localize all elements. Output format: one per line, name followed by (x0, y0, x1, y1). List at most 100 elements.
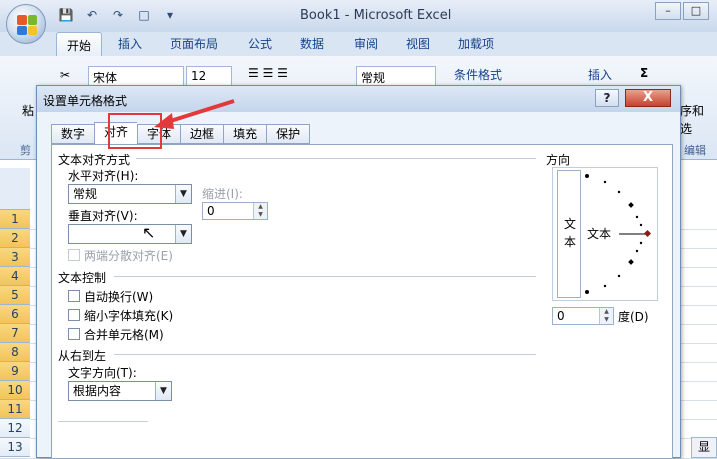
help-icon[interactable]: ? (595, 89, 619, 107)
merge-cells-checkbox[interactable] (68, 328, 80, 340)
degree-spinner[interactable]: 0 ▲ ▼ (552, 307, 614, 325)
window-controls: – □ (655, 2, 709, 20)
watermark-url: jingyan.baidu.com (566, 420, 659, 431)
row-header[interactable]: 11 (0, 400, 30, 419)
row-header[interactable]: 8 (0, 343, 30, 362)
maximize-icon[interactable]: □ (683, 2, 709, 20)
spin-up-icon[interactable]: ▲ (253, 203, 267, 211)
degree-value: 0 (557, 309, 565, 323)
row-header[interactable]: 6 (0, 305, 30, 324)
ribbon-tab-formulas[interactable]: 公式 (248, 35, 272, 52)
annotation-arrow-icon (154, 99, 235, 129)
text-direction-select[interactable]: 根据内容 ▼ (68, 381, 172, 401)
font-name-select[interactable]: 宋体 (88, 66, 184, 86)
indent-spinner[interactable]: 0 ▲ ▼ (202, 202, 268, 220)
section-divider (136, 158, 536, 159)
customize-toolbar-icon[interactable]: ▾ (162, 8, 178, 22)
row-header[interactable]: 13 (0, 438, 30, 457)
horizontal-align-label: 水平对齐(H): (68, 169, 139, 183)
vertical-align-label: 垂直对齐(V): (68, 209, 138, 223)
section-divider (58, 421, 148, 422)
close-button[interactable]: X (625, 89, 671, 107)
ribbon-tab-insert[interactable]: 插入 (118, 35, 142, 52)
row-header[interactable]: 12 (0, 419, 30, 438)
vertical-align-select[interactable]: ▼ (68, 224, 192, 244)
clipboard-group-label: 剪 (20, 144, 31, 157)
vertical-text-button[interactable]: 文 本 (557, 170, 581, 298)
chevron-down-icon[interactable]: ▼ (175, 225, 191, 243)
shrink-to-fit-checkbox[interactable] (68, 309, 80, 321)
section-divider (114, 276, 536, 277)
vertical-text-char: 文 (563, 217, 576, 231)
office-button[interactable] (6, 4, 46, 44)
orientation-dial[interactable]: 文本 (583, 170, 655, 298)
number-format-select[interactable]: 常规 (356, 66, 436, 86)
watermark-logo: Bai 经验 (560, 394, 643, 418)
justify-distributed-label: 两端分散对齐(E) (84, 249, 173, 263)
edit-group-label: 编辑 (684, 144, 706, 157)
dialog-title: 设置单元格格式 (43, 94, 128, 108)
redo-icon[interactable]: ↷ (110, 8, 126, 22)
text-control-section-title: 文本控制 (58, 271, 107, 285)
section-divider (114, 354, 536, 355)
text-alignment-section-title: 文本对齐方式 (58, 153, 131, 167)
print-preview-icon[interactable]: □ (136, 8, 152, 22)
text-direction-value: 根据内容 (73, 384, 122, 398)
column-header-corner[interactable] (0, 168, 30, 210)
horizontal-align-value: 常规 (73, 187, 98, 201)
undo-icon[interactable]: ↶ (84, 8, 100, 22)
merge-cells-label: 合并单元格(M) (84, 328, 164, 342)
save-icon[interactable]: 💾 (58, 8, 74, 22)
ribbon-tab-data[interactable]: 数据 (300, 35, 324, 52)
rtl-section-title: 从右到左 (58, 349, 107, 363)
vertical-text-char: 本 (563, 235, 576, 249)
row-header[interactable]: 10 (0, 381, 30, 400)
ribbon-tab-review[interactable]: 审阅 (354, 35, 378, 52)
row-header[interactable]: 2 (0, 229, 30, 248)
orientation-section-title: 方向 (546, 153, 571, 167)
sort-button[interactable]: 序和 (680, 102, 704, 119)
indent-value: 0 (207, 204, 215, 218)
row-header[interactable]: 7 (0, 324, 30, 343)
conditional-format-button[interactable]: 条件格式 (454, 66, 502, 83)
text-direction-label: 文字方向(T): (68, 366, 137, 380)
ribbon-tab-addins[interactable]: 加载项 (458, 35, 494, 52)
spin-down-icon[interactable]: ▼ (253, 211, 267, 219)
shrink-to-fit-label: 缩小字体填充(K) (84, 309, 174, 323)
font-size-select[interactable]: 12 (186, 66, 232, 86)
quick-access-toolbar: 💾 ↶ ↷ □ ▾ (58, 8, 178, 22)
window-title: Book1 - Microsoft Excel (300, 8, 452, 23)
ribbon-tab-page-layout[interactable]: 页面布局 (170, 35, 218, 52)
row-header[interactable]: 3 (0, 248, 30, 267)
orientation-box: 文 本 文本 (552, 167, 658, 301)
indent-label: 缩进(I): (202, 187, 243, 201)
ribbon-tab-view[interactable]: 视图 (406, 35, 430, 52)
show-button[interactable]: 显 (691, 437, 717, 458)
cut-icon[interactable]: ✂ (60, 68, 70, 82)
row-header[interactable]: 1 (0, 210, 30, 229)
tab-number[interactable]: 数字 (51, 124, 95, 144)
chevron-down-icon[interactable]: ▼ (175, 185, 191, 203)
excel-title-bar: 💾 ↶ ↷ □ ▾ Book1 - Microsoft Excel – □ (0, 0, 717, 32)
dialog-title-bar[interactable]: 设置单元格格式 ? X (37, 86, 680, 112)
wrap-text-checkbox[interactable] (68, 290, 80, 302)
office-logo-icon (17, 15, 37, 35)
row-header[interactable]: 5 (0, 286, 30, 305)
paste-button[interactable]: 粘 (22, 102, 34, 119)
spin-up-icon[interactable]: ▲ (599, 308, 613, 316)
row-header[interactable]: 4 (0, 267, 30, 286)
sum-icon[interactable]: Σ (640, 66, 648, 80)
chevron-down-icon[interactable]: ▼ (155, 382, 171, 400)
insert-cells-button[interactable]: 插入 (588, 66, 612, 83)
filter-button[interactable]: 选 (680, 120, 692, 137)
row-header[interactable]: 9 (0, 362, 30, 381)
ribbon-tab-home[interactable]: 开始 (56, 32, 103, 57)
minimize-icon[interactable]: – (655, 2, 681, 20)
justify-distributed-checkbox[interactable] (68, 249, 80, 261)
horizontal-align-select[interactable]: 常规 ▼ (68, 184, 192, 204)
spin-down-icon[interactable]: ▼ (599, 316, 613, 324)
degree-label: 度(D) (618, 310, 649, 324)
ribbon-tab-bar: 开始 插入 页面布局 公式 数据 审阅 视图 加载项 (0, 32, 717, 57)
align-icons[interactable]: ☰ ☰ ☰ (248, 66, 288, 80)
tab-protection[interactable]: 保护 (266, 124, 311, 144)
